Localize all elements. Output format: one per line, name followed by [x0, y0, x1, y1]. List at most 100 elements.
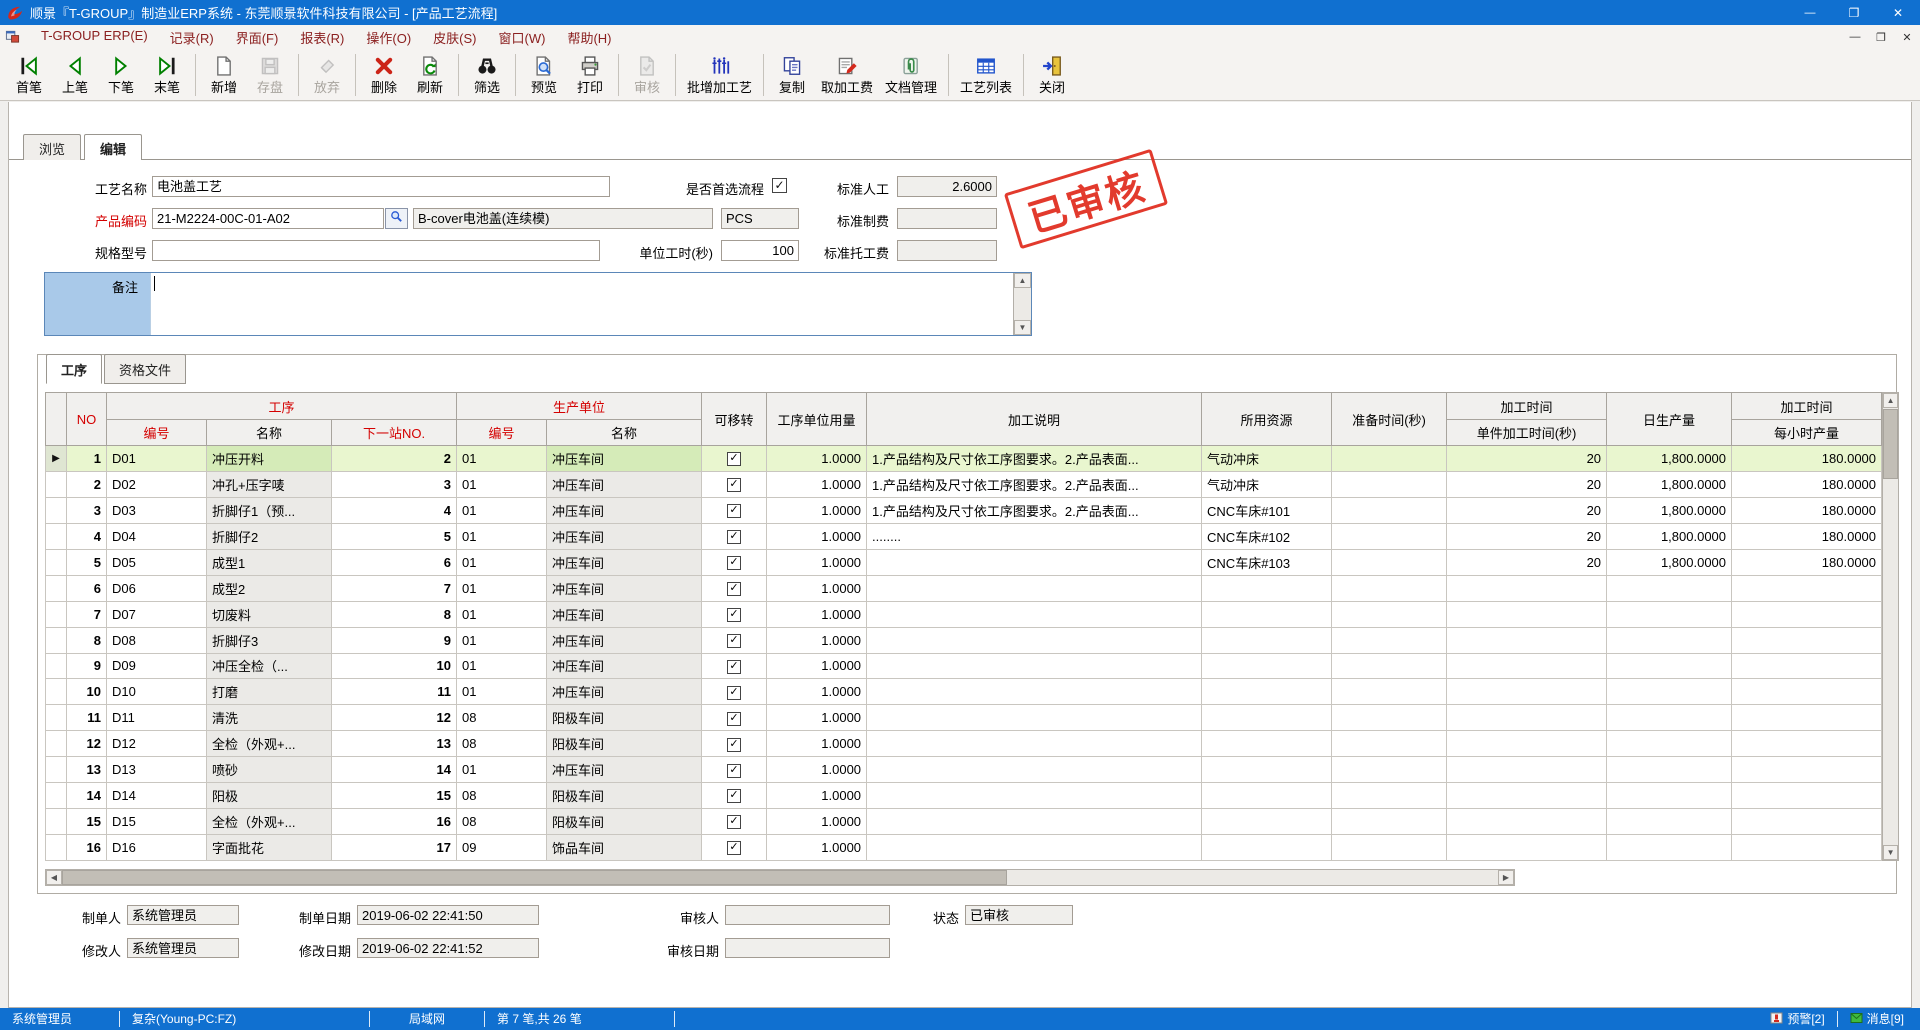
cell-unit_time[interactable] — [1447, 601, 1607, 627]
batch-add-process-button[interactable]: 批增加工艺 — [681, 51, 758, 98]
remark-textarea[interactable] — [150, 273, 1013, 335]
cell-unit_time[interactable] — [1447, 731, 1607, 757]
cell-unit_time[interactable] — [1447, 835, 1607, 861]
cell-movable[interactable] — [702, 679, 767, 705]
remark-scrollbar[interactable] — [1013, 273, 1031, 335]
cell-usage[interactable]: 1.0000 — [767, 601, 867, 627]
cell-desc[interactable]: 1.产品结构及尺寸依工序图要求。2.产品表面... — [867, 471, 1202, 497]
status-messages[interactable]: 消息[9] — [1838, 1011, 1920, 1027]
cell-desc[interactable] — [867, 731, 1202, 757]
cell-no[interactable]: 5 — [67, 549, 107, 575]
cell-name[interactable]: 冲压全检（... — [207, 653, 332, 679]
cell-no[interactable]: 10 — [67, 679, 107, 705]
mdi-close-button[interactable] — [1894, 31, 1920, 44]
cell-no[interactable]: 8 — [67, 627, 107, 653]
cell-unit_name[interactable]: 冲压车间 — [547, 679, 702, 705]
product-lookup-button[interactable] — [385, 208, 408, 229]
first-button[interactable]: 首笔 — [6, 51, 52, 98]
delete-button[interactable]: 删除 — [361, 51, 407, 98]
cell-name[interactable]: 全检（外观+... — [207, 731, 332, 757]
cell-desc[interactable]: 1.产品结构及尺寸依工序图要求。2.产品表面... — [867, 446, 1202, 472]
cell-daily[interactable] — [1607, 757, 1732, 783]
cell-daily[interactable] — [1607, 705, 1732, 731]
cell-next[interactable]: 16 — [332, 809, 457, 835]
tab-process[interactable]: 工序 — [46, 354, 102, 384]
cell-unit_time[interactable]: 20 — [1447, 549, 1607, 575]
vertical-scrollbar[interactable] — [1882, 392, 1899, 861]
tab-qualification[interactable]: 资格文件 — [104, 354, 186, 384]
scrollbar-track[interactable] — [1007, 870, 1498, 885]
cell-unit_time[interactable] — [1447, 575, 1607, 601]
cell-prep[interactable] — [1332, 835, 1447, 861]
cell-name[interactable]: 字面批花 — [207, 835, 332, 861]
cell-movable[interactable] — [702, 705, 767, 731]
cell-no[interactable]: 12 — [67, 731, 107, 757]
cell-unit_name[interactable]: 阳极车间 — [547, 731, 702, 757]
cell-next[interactable]: 14 — [332, 757, 457, 783]
cell-desc[interactable] — [867, 705, 1202, 731]
cell-unit_time[interactable] — [1447, 705, 1607, 731]
horizontal-scrollbar[interactable] — [45, 869, 1515, 886]
cell-no[interactable]: 3 — [67, 497, 107, 523]
cell-usage[interactable]: 1.0000 — [767, 471, 867, 497]
scroll-right-icon[interactable] — [1498, 870, 1514, 885]
movable-checkbox[interactable] — [727, 634, 741, 648]
cell-no[interactable]: 7 — [67, 601, 107, 627]
cell-unit_name[interactable]: 阳极车间 — [547, 705, 702, 731]
cell-movable[interactable] — [702, 497, 767, 523]
cell-movable[interactable] — [702, 835, 767, 861]
cell-prep[interactable] — [1332, 705, 1447, 731]
cell-usage[interactable]: 1.0000 — [767, 835, 867, 861]
cell-name[interactable]: 成型1 — [207, 549, 332, 575]
last-button[interactable]: 末笔 — [144, 51, 190, 98]
cell-unit_name[interactable]: 阳极车间 — [547, 783, 702, 809]
cell-hourly[interactable] — [1732, 757, 1882, 783]
mdi-restore-button[interactable] — [1868, 31, 1894, 44]
cell-prep[interactable] — [1332, 549, 1447, 575]
doc-manage-button[interactable]: 文档管理 — [879, 51, 943, 98]
tab-edit[interactable]: 编辑 — [84, 134, 142, 160]
cell-no[interactable]: 2 — [67, 471, 107, 497]
cell-name[interactable]: 冲压开料 — [207, 446, 332, 472]
scrollbar-thumb[interactable] — [1883, 409, 1898, 479]
movable-checkbox[interactable] — [727, 582, 741, 596]
cell-usage[interactable]: 1.0000 — [767, 549, 867, 575]
cell-movable[interactable] — [702, 653, 767, 679]
movable-checkbox[interactable] — [727, 738, 741, 752]
minimize-button[interactable] — [1788, 0, 1832, 25]
cell-unit_code[interactable]: 01 — [457, 523, 547, 549]
cell-unit_name[interactable]: 冲压车间 — [547, 523, 702, 549]
cell-desc[interactable] — [867, 601, 1202, 627]
cell-prep[interactable] — [1332, 783, 1447, 809]
cell-prep[interactable] — [1332, 446, 1447, 472]
cell-code[interactable]: D05 — [107, 549, 207, 575]
cell-unit_code[interactable]: 01 — [457, 575, 547, 601]
cell-no[interactable]: 11 — [67, 705, 107, 731]
cell-name[interactable]: 折脚仔3 — [207, 627, 332, 653]
cell-code[interactable]: D02 — [107, 471, 207, 497]
cell-code[interactable]: D08 — [107, 627, 207, 653]
cell-desc[interactable] — [867, 809, 1202, 835]
cell-code[interactable]: D13 — [107, 757, 207, 783]
cell-hourly[interactable]: 180.0000 — [1732, 523, 1882, 549]
cell-unit_name[interactable]: 冲压车间 — [547, 471, 702, 497]
cell-unit_time[interactable]: 20 — [1447, 446, 1607, 472]
cell-unit_code[interactable]: 08 — [457, 731, 547, 757]
cell-unit_code[interactable]: 01 — [457, 653, 547, 679]
print-button[interactable]: 打印 — [567, 51, 613, 98]
preview-button[interactable]: 预览 — [521, 51, 567, 98]
cell-unit_time[interactable] — [1447, 627, 1607, 653]
cell-code[interactable]: D16 — [107, 835, 207, 861]
cell-prep[interactable] — [1332, 497, 1447, 523]
cell-next[interactable]: 9 — [332, 627, 457, 653]
cell-next[interactable]: 7 — [332, 575, 457, 601]
cell-unit_code[interactable]: 01 — [457, 757, 547, 783]
refresh-button[interactable]: 刷新 — [407, 51, 453, 98]
cell-next[interactable]: 15 — [332, 783, 457, 809]
cell-hourly[interactable] — [1732, 809, 1882, 835]
movable-checkbox[interactable] — [727, 686, 741, 700]
cell-prep[interactable] — [1332, 471, 1447, 497]
cell-unit_code[interactable]: 01 — [457, 549, 547, 575]
cell-next[interactable]: 5 — [332, 523, 457, 549]
cell-name[interactable]: 切废料 — [207, 601, 332, 627]
